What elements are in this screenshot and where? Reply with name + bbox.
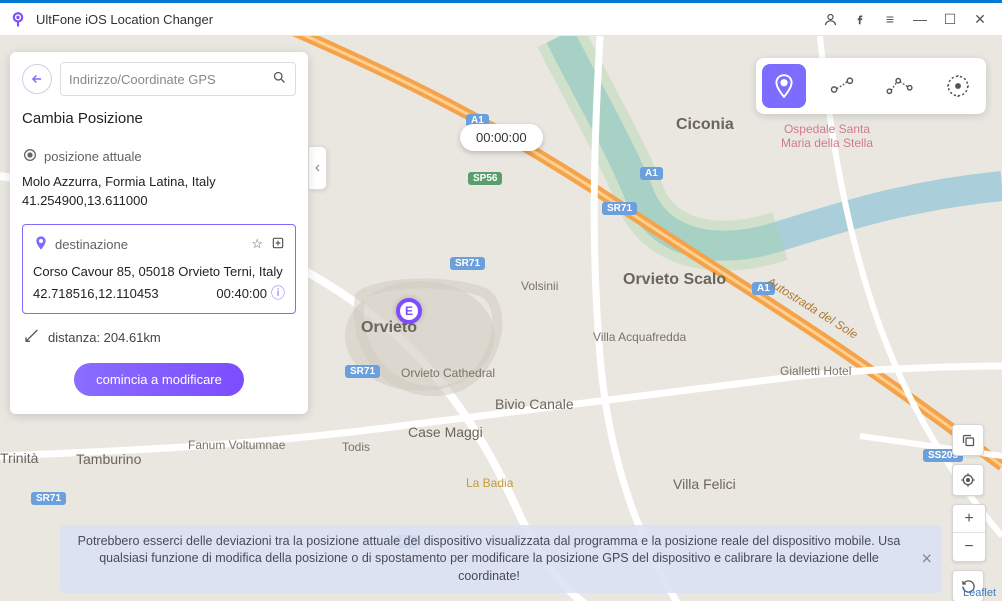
map-label-tamburino: Tamburino — [76, 451, 141, 467]
favorite-icon[interactable]: ☆ — [251, 236, 263, 253]
start-modify-button[interactable]: comincia a modificare — [74, 363, 244, 396]
map-label-ciconia: Ciconia — [676, 116, 734, 134]
road-shield-sr71: SR71 — [602, 202, 637, 215]
map-label-acquafredda: Villa Acquafredda — [593, 330, 686, 344]
search-input[interactable] — [69, 72, 272, 87]
current-address: Molo Azzurra, Formia Latina, Italy — [22, 174, 296, 189]
zoom-out-button[interactable]: − — [953, 533, 985, 561]
map-label-bivio-canale: Bivio Canale — [495, 396, 574, 412]
copy-coords-button[interactable] — [952, 424, 984, 456]
destination-label: destinazione — [55, 237, 128, 252]
mode-joystick-button[interactable] — [936, 64, 980, 108]
account-icon[interactable] — [816, 5, 844, 33]
map-label-cathedral: Orvieto Cathedral — [401, 366, 495, 380]
panel-heading: Cambia Posizione — [22, 110, 296, 127]
collapse-panel-button[interactable]: ‹ — [309, 146, 327, 190]
road-shield-a1: A1 — [640, 167, 663, 180]
road-shield-sp56: SP56 — [468, 172, 502, 185]
map-label-la-badia: La Badia — [466, 476, 513, 490]
location-panel: Cambia Posizione posizione attuale Molo … — [10, 52, 308, 414]
distance-icon — [24, 328, 40, 347]
road-shield-sr71: SR71 — [450, 257, 485, 270]
current-coords: 41.254900,13.611000 — [22, 193, 296, 208]
current-location-box: posizione attuale Molo Azzurra, Formia L… — [22, 137, 296, 218]
help-icon[interactable]: ⓘ — [271, 283, 285, 303]
mode-two-spot-button[interactable] — [820, 64, 864, 108]
search-field-wrapper — [60, 62, 296, 96]
destination-time: 00:40:00 — [216, 286, 267, 301]
close-button[interactable]: ✕ — [966, 5, 994, 33]
main-area: A1 A1 A1 A1 SP56 SR71 SR71 SR71 SR71 SS2… — [0, 36, 1002, 601]
mode-multi-spot-button[interactable] — [878, 64, 922, 108]
maximize-button[interactable]: ☐ — [936, 5, 964, 33]
minimize-button[interactable]: — — [906, 5, 934, 33]
distance-row: distanza: 204.61km — [22, 314, 296, 363]
road-shield-sr71: SR71 — [345, 365, 380, 378]
map-marker-end[interactable]: E — [396, 298, 422, 324]
back-button[interactable] — [22, 64, 52, 94]
app-title: UltFone iOS Location Changer — [36, 12, 816, 27]
map-label-todis: Todis — [342, 440, 370, 454]
facebook-icon[interactable] — [846, 5, 874, 33]
mode-teleport-button[interactable] — [762, 64, 806, 108]
mode-toolbar — [756, 58, 986, 114]
map-label-orvieto-scalo: Orvieto Scalo — [623, 271, 726, 289]
timer-display: 00:00:00 — [460, 124, 543, 151]
app-logo-icon — [8, 9, 28, 29]
map-label-gialletti: Gialletti Hotel — [780, 364, 851, 378]
map-label-volsinii: Volsinii — [521, 279, 558, 293]
zoom-controls: + − — [952, 504, 986, 562]
banner-close-button[interactable]: × — [921, 546, 932, 571]
banner-text: Potrebbero esserci delle deviazioni tra … — [78, 534, 901, 583]
map-attribution[interactable]: Leaflet — [963, 587, 996, 599]
pin-icon — [33, 235, 49, 254]
menu-icon[interactable]: ≡ — [876, 5, 904, 33]
map-label-villa-felici: Villa Felici — [673, 476, 736, 492]
target-icon — [22, 147, 38, 166]
current-location-label: posizione attuale — [44, 149, 142, 164]
warning-banner: Potrebbero esserci delle deviazioni tra … — [60, 525, 942, 594]
save-location-icon[interactable] — [271, 236, 285, 253]
destination-address: Corso Cavour 85, 05018 Orvieto Terni, It… — [33, 264, 285, 279]
search-icon[interactable] — [272, 70, 287, 89]
map-label-trinita: Trinità — [0, 450, 38, 466]
zoom-in-button[interactable]: + — [953, 505, 985, 533]
locate-button[interactable] — [952, 464, 984, 496]
destination-coords: 42.718516,12.110453 — [33, 286, 159, 301]
map-label-ospedale: Ospedale Santa Maria della Stella — [772, 122, 882, 150]
distance-value: distanza: 204.61km — [48, 330, 161, 345]
map-label-fanum: Fanum Voltumnae — [188, 438, 285, 452]
map-tools: + − — [952, 424, 986, 601]
road-shield-sr71: SR71 — [31, 492, 66, 505]
destination-box[interactable]: destinazione ☆ Corso Cavour 85, 05018 Or… — [22, 224, 296, 314]
map-label-case-maggi: Case Maggi — [408, 424, 483, 440]
titlebar: UltFone iOS Location Changer ≡ — ☐ ✕ — [0, 0, 1002, 36]
